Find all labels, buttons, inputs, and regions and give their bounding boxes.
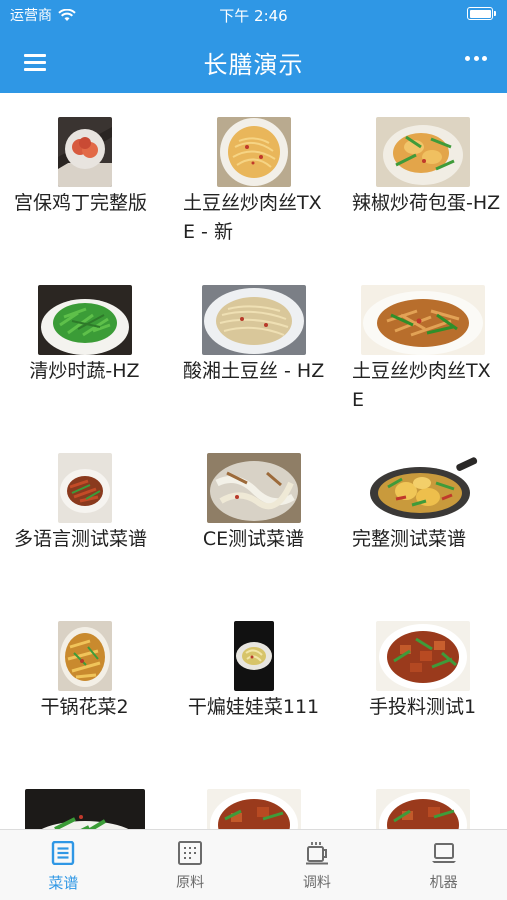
status-bar: 运营商 下午 2:46 bbox=[0, 0, 507, 30]
recipe-name: 手投料测试1 bbox=[368, 696, 477, 718]
recipe-image bbox=[216, 117, 291, 187]
tab-label: 菜谱 bbox=[48, 874, 79, 892]
recipe-name: 宫保鸡丁完整版 bbox=[14, 192, 148, 214]
recipe-grid: 宫保鸡丁完整版 土豆丝炒肉丝TXE - 新 辣椒炒荷包蛋-HZ 清炒时蔬-HZ … bbox=[0, 93, 507, 829]
ingredients-grid-icon bbox=[178, 841, 203, 865]
recipe-card[interactable]: 干煸娃娃菜111 bbox=[169, 597, 338, 765]
bottom-tab-bar: 菜谱 原料 调料 机器 bbox=[0, 829, 507, 900]
recipe-card[interactable]: 辣椒炒荷包蛋-HZ bbox=[338, 93, 507, 261]
recipe-name: 干煸娃娃菜111 bbox=[187, 696, 320, 718]
recipe-image bbox=[375, 789, 470, 829]
recipe-card[interactable]: 土豆丝炒肉丝TXE bbox=[338, 261, 507, 429]
recipe-name: 干锅花菜2 bbox=[40, 696, 129, 718]
recipe-card[interactable]: 手投料测试1 bbox=[338, 597, 507, 765]
recipe-card[interactable]: 清炒时蔬-HZ bbox=[0, 261, 169, 429]
recipe-grid-container[interactable]: 宫保鸡丁完整版 土豆丝炒肉丝TXE - 新 辣椒炒荷包蛋-HZ 清炒时蔬-HZ … bbox=[0, 93, 507, 829]
tab-label: 原料 bbox=[176, 875, 205, 891]
machine-laptop-icon bbox=[431, 843, 456, 863]
recipe-card[interactable] bbox=[169, 765, 338, 829]
recipe-image bbox=[233, 621, 274, 691]
recipe-image bbox=[37, 285, 132, 355]
recipe-image bbox=[57, 621, 112, 691]
recipe-image bbox=[206, 789, 301, 829]
status-time: 下午 2:46 bbox=[219, 7, 288, 25]
recipe-card[interactable]: 宫保鸡丁完整版 bbox=[0, 93, 169, 261]
recipe-card[interactable]: 土豆丝炒肉丝TXE - 新 bbox=[169, 93, 338, 261]
recipe-image bbox=[24, 789, 145, 829]
recipe-name: 酸湘土豆丝 - HZ bbox=[183, 360, 325, 382]
nav-bar: 长膳演示 bbox=[0, 30, 507, 93]
recipe-image bbox=[201, 285, 306, 355]
battery-icon bbox=[467, 7, 496, 20]
recipe-card[interactable]: 多语言测试菜谱 bbox=[0, 429, 169, 597]
tab-label: 调料 bbox=[302, 875, 331, 891]
recipe-card[interactable] bbox=[0, 765, 169, 829]
tab-recipes[interactable]: 菜谱 bbox=[0, 830, 127, 900]
more-options-button[interactable] bbox=[465, 56, 487, 64]
recipe-image bbox=[57, 453, 112, 523]
recipe-image bbox=[365, 453, 480, 523]
recipe-card[interactable] bbox=[338, 765, 507, 829]
tab-seasonings[interactable]: 调料 bbox=[254, 830, 381, 900]
tab-machines[interactable]: 机器 bbox=[380, 830, 507, 900]
recipe-card[interactable]: 完整测试菜谱 bbox=[338, 429, 507, 597]
recipe-name: CE测试菜谱 bbox=[202, 528, 305, 550]
seasoning-cup-icon bbox=[305, 842, 328, 865]
recipe-list-icon bbox=[52, 841, 75, 865]
recipe-image bbox=[375, 117, 470, 187]
app-header: 运营商 下午 2:46 长膳演示 bbox=[0, 0, 507, 93]
recipe-image bbox=[360, 285, 485, 355]
recipe-card[interactable]: CE测试菜谱 bbox=[169, 429, 338, 597]
tab-label: 机器 bbox=[429, 875, 458, 891]
recipe-name: 清炒时蔬-HZ bbox=[29, 360, 140, 382]
recipe-image bbox=[57, 117, 112, 187]
app-root: 运营商 下午 2:46 长膳演示 宫保鸡丁完整版 土豆丝炒肉丝TXE - 新 辣… bbox=[0, 0, 507, 900]
recipe-image bbox=[375, 621, 470, 691]
recipe-image bbox=[206, 453, 301, 523]
recipe-card[interactable]: 干锅花菜2 bbox=[0, 597, 169, 765]
recipe-name: 土豆丝炒肉丝TXE bbox=[352, 360, 491, 411]
recipe-name: 辣椒炒荷包蛋-HZ bbox=[352, 192, 501, 214]
page-title: 长膳演示 bbox=[203, 51, 304, 79]
tab-ingredients[interactable]: 原料 bbox=[127, 830, 254, 900]
recipe-card[interactable]: 酸湘土豆丝 - HZ bbox=[169, 261, 338, 429]
recipe-name: 完整测试菜谱 bbox=[352, 528, 467, 550]
recipe-name: 多语言测试菜谱 bbox=[14, 528, 148, 550]
recipe-name: 土豆丝炒肉丝TXE - 新 bbox=[183, 192, 322, 243]
